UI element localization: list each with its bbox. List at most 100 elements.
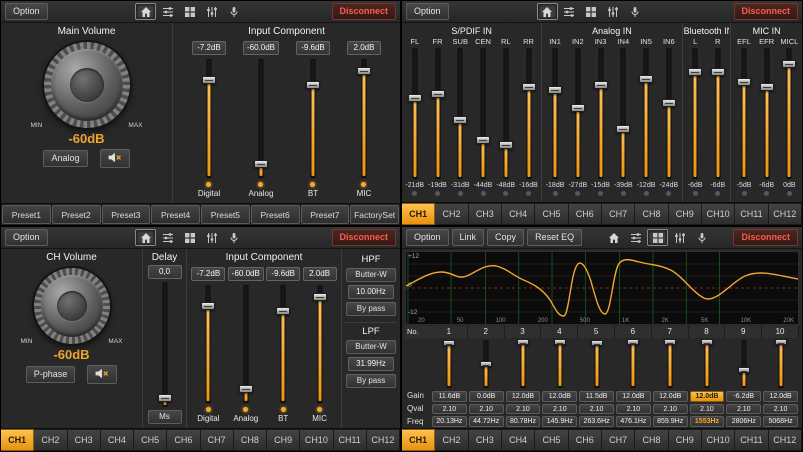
mic-icon[interactable] [691,229,712,246]
input-gain-slider[interactable] [201,59,217,178]
phase-button[interactable]: P-phase [26,366,76,383]
input-gain-slider[interactable] [312,285,328,403]
home-icon[interactable] [135,229,156,246]
option-button[interactable]: Option [406,3,449,20]
band-q-value[interactable]: 2.10 [690,404,725,415]
channel-tab[interactable]: CH11 [334,429,367,451]
band-gain-value[interactable]: -6.2dB [726,391,761,402]
ch-volume-knob[interactable] [34,268,110,344]
band-freq-value[interactable]: 44.72Hz [469,416,504,427]
band-q-value[interactable]: 2.10 [726,404,761,415]
slider-thumb[interactable] [775,339,787,345]
home-icon[interactable] [603,229,624,246]
slider-thumb[interactable] [664,339,676,345]
band-q-value[interactable]: 2.10 [653,404,688,415]
band-gain-value[interactable]: 12.0dB [542,391,577,402]
grid-icon[interactable] [647,229,668,246]
band-number[interactable]: 10 [762,326,799,338]
band-gain-value[interactable]: 12.0dB [690,391,725,402]
band-gain-value[interactable]: 12.0dB [653,391,688,402]
channel-tab[interactable]: CH7 [602,429,635,451]
band-q-value[interactable]: 2.10 [542,404,577,415]
slider-thumb[interactable] [662,99,676,107]
analog-source-button[interactable]: Analog [43,150,87,167]
band-freq-value[interactable]: 263.6Hz [579,416,614,427]
channel-tab[interactable]: CH5 [535,429,568,451]
channel-tab[interactable]: CH4 [101,429,134,451]
channel-tab[interactable]: CH7 [201,429,234,451]
band-gain-slider[interactable] [515,340,531,388]
slider-thumb[interactable] [639,75,653,83]
band-number[interactable]: 4 [541,326,578,338]
channel-tab[interactable]: CH12 [769,429,802,451]
level-slider[interactable] [407,48,423,179]
channel-tab[interactable]: CH9 [267,429,300,451]
preset-button[interactable]: Preset7 [301,205,350,224]
band-gain-value[interactable]: 12.0dB [506,391,541,402]
level-slider[interactable] [475,48,491,179]
disconnect-button[interactable]: Disconnect [734,3,799,20]
channel-tab[interactable]: CH6 [569,429,602,451]
band-freq-value[interactable]: 476.1Hz [616,416,651,427]
home-icon[interactable] [135,3,156,20]
band-gain-slider[interactable] [478,340,494,388]
input-gain-slider[interactable] [253,59,269,178]
band-gain-slider[interactable] [699,340,715,388]
preset-button[interactable]: Preset6 [251,205,300,224]
level-slider[interactable] [521,48,537,179]
grid-icon[interactable] [581,3,602,20]
channel-tab[interactable]: CH1 [1,429,34,451]
slider-thumb[interactable] [594,81,608,89]
reset-eq-button[interactable]: Reset EQ [527,229,582,246]
band-number[interactable]: 8 [689,326,726,338]
mic-icon[interactable] [625,3,646,20]
slider-thumb[interactable] [408,94,422,102]
channel-tab[interactable]: CH8 [635,429,668,451]
channel-tab[interactable]: CH2 [34,429,67,451]
band-gain-slider[interactable] [589,340,605,388]
input-gain-slider[interactable] [305,59,321,178]
mute-button[interactable] [100,149,130,168]
option-button[interactable]: Option [5,229,48,246]
slider-thumb[interactable] [627,339,639,345]
channel-tab[interactable]: CH10 [702,429,735,451]
hpf-type-button[interactable]: Butter-W [346,268,396,282]
preset-button[interactable]: Preset4 [151,205,200,224]
channel-tab[interactable]: CH10 [702,203,735,225]
channel-tab[interactable]: CH4 [502,203,535,225]
channel-tab[interactable]: CH12 [367,429,400,451]
slider-thumb[interactable] [306,81,320,89]
slider-thumb[interactable] [476,136,490,144]
channel-tab[interactable]: CH2 [435,429,468,451]
band-q-value[interactable]: 2.10 [616,404,651,415]
band-number[interactable]: 3 [505,326,542,338]
channel-tab[interactable]: CH5 [535,203,568,225]
slider-thumb[interactable] [443,340,455,346]
band-gain-value[interactable]: 0.0dB [469,391,504,402]
channel-tab[interactable]: CH9 [669,429,702,451]
level-slider[interactable] [781,48,797,179]
input-gain-slider[interactable] [200,285,216,403]
level-slider[interactable] [615,48,631,179]
delay-slider[interactable] [157,282,173,407]
mic-icon[interactable] [223,3,244,20]
level-slider[interactable] [687,48,703,179]
channel-tab[interactable]: CH9 [669,203,702,225]
level-slider[interactable] [570,48,586,179]
mic-icon[interactable] [223,229,244,246]
grid-icon[interactable] [179,229,200,246]
channel-tab[interactable]: CH7 [602,203,635,225]
band-number[interactable]: 1 [431,326,468,338]
band-freq-value[interactable]: 859.9Hz [653,416,688,427]
band-gain-value[interactable]: 11.5dB [579,391,614,402]
preset-button[interactable]: Preset1 [2,205,51,224]
slider-thumb[interactable] [738,367,750,373]
input-gain-slider[interactable] [238,285,254,403]
eq-sliders-icon[interactable] [201,229,222,246]
level-slider[interactable] [547,48,563,179]
mixer-icon[interactable] [157,3,178,20]
band-q-value[interactable]: 2.10 [506,404,541,415]
slider-thumb[interactable] [548,86,562,94]
slider-thumb[interactable] [591,340,603,346]
mixer-icon[interactable] [625,229,646,246]
